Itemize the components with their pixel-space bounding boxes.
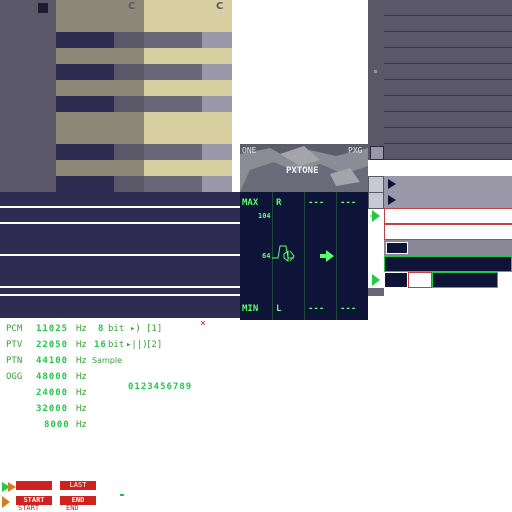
scroll-handle[interactable] bbox=[38, 3, 48, 13]
piano-key-row[interactable] bbox=[56, 160, 232, 176]
format-rate-ogg: 48000 bbox=[36, 372, 69, 382]
right-panel-strip bbox=[368, 0, 384, 160]
piano-key-row[interactable]: CC bbox=[56, 0, 232, 16]
format-rate-ptn: 44100 bbox=[36, 356, 69, 366]
small-field-b[interactable] bbox=[408, 272, 432, 288]
track-area bbox=[0, 192, 240, 320]
checkbox-icon[interactable] bbox=[370, 146, 384, 160]
format-label-ogg: OGG bbox=[6, 372, 23, 382]
format-label-ptn: PTN bbox=[6, 356, 23, 366]
rate-32000: 32000 bbox=[36, 404, 69, 414]
format-rate-ptv: 22050 bbox=[36, 340, 69, 350]
arrow-right-icon[interactable] bbox=[320, 250, 334, 262]
format-unit-pcm: Hz bbox=[76, 324, 87, 334]
format-rate-pcm: 11025 bbox=[36, 324, 69, 334]
piano-key-row[interactable] bbox=[56, 176, 232, 192]
right-list-row[interactable] bbox=[384, 0, 512, 16]
piano-key-row[interactable] bbox=[56, 144, 232, 160]
note-c-label-right: C bbox=[216, 1, 224, 12]
close-icon[interactable]: × bbox=[200, 318, 206, 329]
green-arrow-icon[interactable] bbox=[370, 210, 382, 222]
play-icon-2[interactable] bbox=[386, 195, 396, 205]
digit-strip: 0123456789 bbox=[128, 382, 193, 392]
rate-8000-unit: Hz bbox=[76, 420, 87, 430]
volume-64-label: 64 bbox=[262, 252, 271, 260]
end-sub-label: END bbox=[66, 504, 79, 512]
volume-104-label: 104 bbox=[258, 212, 271, 220]
format-label-ptv: PTV bbox=[6, 340, 23, 350]
volume-panel: MAX R --- --- 104 64 MIN L --- --- bbox=[240, 192, 368, 320]
format-ch-pcm: [1] bbox=[146, 324, 163, 334]
volume-min-label: MIN bbox=[242, 304, 259, 314]
right-list-row[interactable] bbox=[384, 80, 512, 96]
dark-field[interactable] bbox=[384, 256, 512, 272]
volume-l-label: L bbox=[276, 304, 282, 314]
control-bar-2 bbox=[368, 192, 512, 209]
volume-dash-1: --- bbox=[308, 198, 325, 208]
pxtone-logo: ONE PXG PXTONE bbox=[240, 144, 368, 192]
piano-key-row[interactable] bbox=[56, 96, 232, 112]
piano-key-row[interactable] bbox=[56, 16, 232, 32]
right-list-row[interactable] bbox=[384, 96, 512, 112]
piano-key-row[interactable] bbox=[56, 32, 232, 48]
rate-8000: 8000 bbox=[44, 420, 70, 430]
stereo-icon: ▸||) bbox=[126, 340, 148, 350]
piano-key-row[interactable] bbox=[56, 80, 232, 96]
format-unit-ptv: Hz bbox=[76, 340, 87, 350]
format-unit-ogg: Hz bbox=[76, 372, 87, 382]
format-bits-pcm: 8 bbox=[98, 324, 105, 334]
piano-key-row[interactable] bbox=[56, 48, 232, 64]
last-button[interactable]: LAST bbox=[60, 481, 96, 490]
right-list-row[interactable] bbox=[384, 64, 512, 80]
format-bits-ptv: 16 bbox=[94, 340, 107, 350]
green-dash bbox=[120, 494, 124, 496]
volume-dash-2: --- bbox=[340, 198, 357, 208]
text-field-2[interactable] bbox=[384, 224, 512, 240]
start-marker-icon bbox=[2, 482, 16, 492]
right-list-row[interactable] bbox=[384, 112, 512, 128]
text-field-1[interactable] bbox=[384, 208, 512, 224]
volume-dash-3: --- bbox=[308, 304, 325, 314]
format-ch-ptv: [2] bbox=[146, 340, 163, 350]
format-unit-ptn: Hz bbox=[76, 356, 87, 366]
start-sub-label: START bbox=[18, 504, 40, 512]
volume-r-label: R bbox=[276, 198, 282, 208]
logo-text-left: ONE bbox=[242, 146, 257, 155]
waveform-icon bbox=[272, 245, 295, 262]
right-list-row[interactable] bbox=[384, 48, 512, 64]
right-list-row[interactable] bbox=[384, 144, 512, 160]
rate-32000-unit: Hz bbox=[76, 404, 87, 414]
end-marker-icon bbox=[2, 496, 10, 508]
control-bar-1 bbox=[368, 176, 512, 193]
red-button-1[interactable] bbox=[16, 481, 52, 490]
format-bitsunit-pcm: bit bbox=[108, 324, 125, 334]
piano-key-row[interactable] bbox=[56, 112, 232, 128]
small-tab[interactable] bbox=[368, 288, 384, 296]
piano-key-row[interactable] bbox=[56, 128, 232, 144]
note-c-label-left: C bbox=[128, 1, 136, 12]
small-field-c[interactable] bbox=[432, 272, 498, 288]
green-arrow-icon-2[interactable] bbox=[370, 274, 382, 286]
control-bar-3 bbox=[384, 240, 512, 256]
piano-key-row[interactable] bbox=[56, 64, 232, 80]
format-extra-ptn: Sample bbox=[92, 356, 122, 365]
right-list-row[interactable] bbox=[384, 32, 512, 48]
volume-max-label: MAX bbox=[242, 198, 259, 208]
format-bitsunit-ptv: bit bbox=[108, 340, 125, 350]
speaker-icon: ▸) bbox=[130, 324, 141, 334]
right-list-row[interactable] bbox=[384, 16, 512, 32]
play-icon[interactable] bbox=[386, 179, 396, 189]
volume-dash-4: --- bbox=[340, 304, 357, 314]
small-field-a[interactable] bbox=[384, 272, 408, 288]
rate-24000-unit: Hz bbox=[76, 388, 87, 398]
grip-icon bbox=[374, 70, 377, 73]
format-label-pcm: PCM bbox=[6, 324, 23, 334]
right-list-row[interactable] bbox=[384, 128, 512, 144]
rate-24000: 24000 bbox=[36, 388, 69, 398]
logo-text-center: PXTONE bbox=[286, 166, 319, 176]
piano-side-panel bbox=[0, 0, 57, 192]
logo-text-right: PXG bbox=[348, 146, 363, 155]
